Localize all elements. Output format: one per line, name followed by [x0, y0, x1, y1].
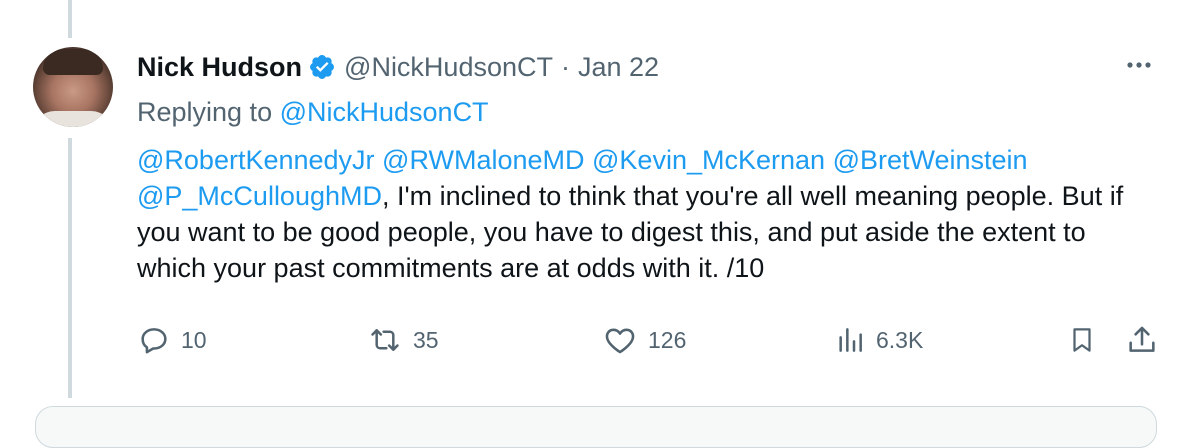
- replying-to-line: Replying to @NickHudsonCT: [137, 92, 1157, 132]
- avatar-hair: [43, 49, 103, 75]
- views-chart-icon: [839, 328, 862, 352]
- tweet-date[interactable]: Jan 22: [578, 52, 659, 83]
- more-icon[interactable]: [1121, 50, 1157, 80]
- repost-count: 35: [413, 326, 439, 353]
- separator-dot: ·: [561, 51, 570, 82]
- author-name[interactable]: Nick Hudson: [137, 52, 302, 83]
- bookmark-icon: [1073, 328, 1091, 352]
- action-bar: 10 35 126 6.3K: [137, 323, 1167, 363]
- mention-link[interactable]: @Kevin_McKernan: [592, 145, 825, 175]
- embedded-card[interactable]: [35, 406, 1157, 448]
- like-count: 126: [648, 326, 687, 353]
- views-button[interactable]: 6.3K: [834, 323, 923, 357]
- thread-line-bottom: [68, 138, 72, 398]
- heart-icon: [605, 328, 635, 354]
- avatar[interactable]: [33, 47, 113, 127]
- view-count: 6.3K: [876, 326, 924, 353]
- share-button[interactable]: [1125, 323, 1159, 357]
- tweet-body: @RobertKennedyJr @RWMaloneMD @Kevin_McKe…: [137, 142, 1157, 286]
- avatar-shirt: [33, 111, 113, 127]
- reply-button[interactable]: 10: [137, 323, 207, 357]
- repost-icon: [371, 329, 399, 351]
- mention-link[interactable]: @RWMaloneMD: [382, 145, 584, 175]
- mention-link[interactable]: @RobertKennedyJr: [137, 145, 375, 175]
- like-button[interactable]: 126: [602, 323, 686, 357]
- reply-icon: [141, 328, 167, 354]
- bookmark-button[interactable]: [1067, 323, 1097, 357]
- tweet-content: Nick Hudson @NickHudsonCT · Jan 22 Reply…: [137, 44, 1157, 286]
- thread-line-top: [68, 0, 72, 38]
- mention-link[interactable]: @P_McCulloughMD: [137, 181, 382, 211]
- verified-badge-icon: [310, 55, 334, 79]
- share-icon: [1129, 326, 1155, 352]
- mention-link[interactable]: @BretWeinstein: [833, 145, 1028, 175]
- replying-to-link[interactable]: @NickHudsonCT: [280, 97, 489, 127]
- repost-button[interactable]: 35: [367, 323, 439, 357]
- author-handle[interactable]: @NickHudsonCT: [344, 52, 553, 83]
- replying-to-prefix: Replying to: [137, 97, 280, 127]
- reply-count: 10: [181, 326, 207, 353]
- tweet-header: Nick Hudson @NickHudsonCT · Jan 22: [137, 44, 1157, 90]
